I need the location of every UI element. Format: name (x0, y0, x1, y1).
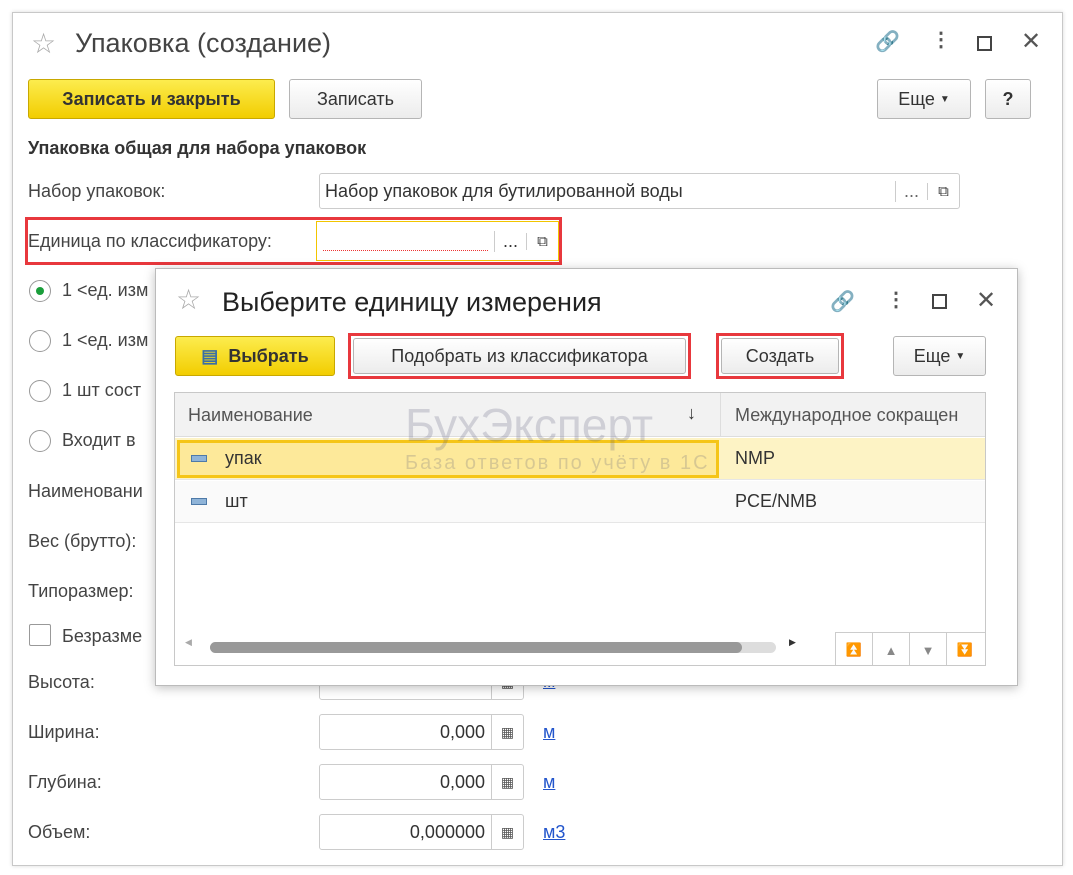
more-actions-icon[interactable]: ⋮ (886, 287, 906, 312)
radio-option-1[interactable] (29, 280, 51, 302)
favorite-star-icon[interactable]: ☆ (31, 27, 56, 60)
more-button[interactable]: Еще ▼ (877, 79, 971, 119)
radio-option-2-label: 1 <ед. изм (62, 330, 149, 350)
pick-from-classifier-button[interactable]: Подобрать из классификатора (353, 338, 686, 374)
first-row-icon[interactable]: ⏫ (835, 633, 872, 665)
package-set-label: Набор упаковок: (28, 181, 166, 201)
classifier-unit-label: Единица по классификатору: (28, 231, 272, 251)
scroll-right-icon[interactable]: ▶ (789, 637, 796, 648)
row-name: шт (225, 491, 248, 511)
calculator-icon[interactable]: ▦ (491, 715, 523, 749)
close-icon[interactable]: ✕ (976, 286, 996, 315)
row-intl: NMP (735, 448, 775, 468)
dimensionless-label: Безразме (62, 626, 143, 646)
create-button[interactable]: Создать (721, 338, 839, 374)
select-button[interactable]: ... (895, 180, 927, 202)
classifier-unit-field[interactable]: ... ⧉ (316, 221, 559, 261)
close-icon[interactable]: ✕ (1021, 27, 1041, 56)
radio-option-3-label: 1 шт сост (62, 380, 142, 400)
select-button[interactable]: ... (494, 230, 526, 252)
depth-unit-link[interactable]: м (543, 772, 555, 793)
dialog-title: Выберите единицу измерения (222, 287, 602, 317)
select-label: Выбрать (228, 345, 309, 366)
depth-label: Глубина: (28, 772, 102, 792)
package-set-value: Набор упаковок для бутилированной воды (325, 180, 683, 201)
unit-icon (191, 455, 207, 462)
row-name: упак (225, 448, 262, 468)
select-unit-dialog: ☆ Выберите единицу измерения 🔗 ⋮ ✕ ▤ Выбр… (155, 268, 1018, 686)
more-actions-icon[interactable]: ⋮ (931, 27, 951, 52)
select-icon: ▤ (201, 345, 219, 366)
size-label: Типоразмер: (28, 581, 134, 601)
horizontal-scrollbar[interactable] (210, 642, 776, 653)
open-icon[interactable]: ⧉ (927, 182, 959, 200)
units-table: Наименование ↓ Международное сокращен уп… (174, 392, 986, 666)
radio-option-3[interactable] (29, 380, 51, 402)
classifier-unit-value (323, 231, 488, 251)
depth-value: 0,000 (439, 771, 485, 792)
volume-label: Объем: (28, 822, 91, 842)
height-label: Высота: (28, 672, 95, 692)
width-unit-link[interactable]: м (543, 722, 555, 743)
table-row[interactable]: шт PCE/NMB (175, 481, 985, 523)
maximize-icon[interactable] (932, 294, 947, 309)
sort-arrow-icon: ↓ (687, 403, 696, 423)
row-intl: PCE/NMB (735, 491, 818, 511)
table-header: Наименование ↓ Международное сокращен (175, 393, 985, 437)
radio-option-4[interactable] (29, 430, 51, 452)
radio-option-1-label: 1 <ед. изм (62, 280, 149, 300)
weight-label: Вес (брутто): (28, 531, 137, 551)
more-label: Еще (913, 345, 951, 366)
volume-unit-link[interactable]: м3 (543, 822, 565, 843)
save-button[interactable]: Записать (289, 79, 422, 119)
column-header-intl[interactable]: Международное сокращен (735, 405, 958, 426)
unit-icon (191, 498, 207, 505)
table-row[interactable]: упак NMP (175, 438, 985, 480)
more-button[interactable]: Еще ▼ (893, 336, 986, 376)
scroll-left-icon[interactable]: ◀ (185, 637, 192, 648)
radio-option-2[interactable] (29, 330, 51, 352)
name-label: Наименовани (28, 481, 143, 501)
column-header-name[interactable]: Наименование (188, 405, 313, 426)
volume-field[interactable]: 0,000000 ▦ (319, 814, 524, 850)
dropdown-icon: ▼ (955, 350, 966, 362)
calculator-icon[interactable]: ▦ (491, 815, 523, 849)
save-and-close-button[interactable]: Записать и закрыть (28, 79, 275, 119)
calculator-icon[interactable]: ▦ (491, 765, 523, 799)
window-title: Упаковка (создание) (75, 28, 332, 58)
dropdown-icon: ▼ (939, 93, 950, 105)
depth-field[interactable]: 0,000 ▦ (319, 764, 524, 800)
link-icon[interactable]: 🔗 (875, 29, 900, 54)
volume-value: 0,000000 (409, 821, 485, 842)
select-button[interactable]: ▤ Выбрать (175, 336, 335, 376)
maximize-icon[interactable] (977, 36, 992, 51)
more-label: Еще (898, 88, 935, 109)
package-set-field[interactable]: Набор упаковок для бутилированной воды .… (319, 173, 960, 209)
section-title: Упаковка общая для набора упаковок (28, 138, 367, 158)
link-icon[interactable]: 🔗 (830, 289, 855, 314)
row-navigation: ⏫ ▲ ▼ ⏬ (835, 632, 985, 665)
width-field[interactable]: 0,000 ▦ (319, 714, 524, 750)
prev-row-icon[interactable]: ▲ (872, 633, 909, 665)
scrollbar-thumb[interactable] (210, 642, 743, 653)
radio-option-4-label: Входит в (62, 430, 136, 450)
last-row-icon[interactable]: ⏬ (946, 633, 983, 665)
width-label: Ширина: (28, 722, 100, 742)
dimensionless-checkbox[interactable] (29, 624, 51, 646)
help-button[interactable]: ? (985, 79, 1031, 119)
open-icon[interactable]: ⧉ (526, 232, 558, 250)
width-value: 0,000 (439, 721, 485, 742)
favorite-star-icon[interactable]: ☆ (176, 283, 201, 316)
next-row-icon[interactable]: ▼ (909, 633, 946, 665)
